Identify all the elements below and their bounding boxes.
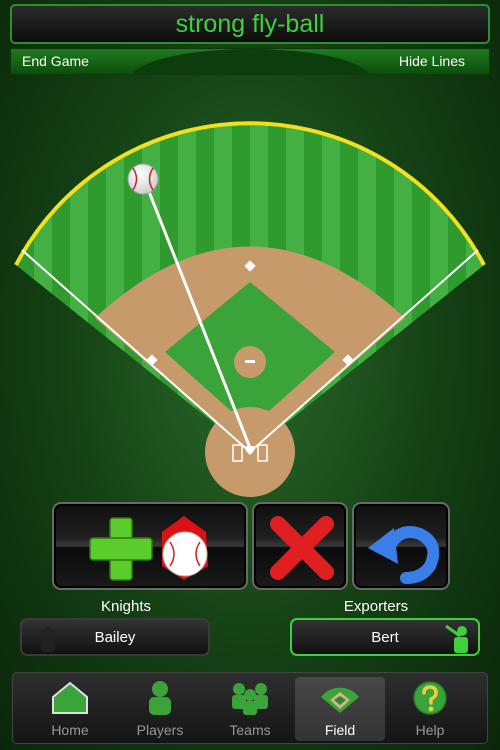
game-toolbar: End Game Hide Lines [10,48,490,75]
delete-button[interactable] [252,502,348,590]
bottom-tab-bar: Home Players Teams Field Help [12,672,488,744]
tab-home[interactable]: Home [25,677,115,741]
toolbar-arch-decoration [131,49,371,74]
add-ball-icon [89,516,208,581]
play-status-banner: strong fly-ball [10,4,490,44]
pitchers-rubber [245,360,255,363]
play-status-text: strong fly-ball [175,9,325,38]
tab-label: Teams [229,722,271,738]
batter-silhouette-icon [445,624,468,653]
tab-players[interactable]: Players [115,677,205,741]
away-team-name: Knights [100,598,152,615]
tab-label: Home [51,722,89,738]
tab-field[interactable]: Field [295,677,385,741]
player-icon [149,681,171,715]
away-player-slot[interactable]: Bailey [20,618,210,656]
home-player-name: Bert [371,628,399,646]
home-team-name: Exporters [343,598,409,615]
home-player-slot[interactable]: Bert [290,618,480,656]
end-game-button[interactable]: End Game [22,53,89,69]
baseball-marker[interactable] [127,163,159,195]
field-icon [321,687,359,713]
help-icon [413,681,447,715]
tab-help[interactable]: Help [385,677,475,741]
undo-arrow-icon [368,526,440,584]
tab-label: Field [324,722,356,738]
hide-lines-button[interactable]: Hide Lines [399,53,465,69]
batter-silhouette-icon [41,627,55,652]
tab-teams[interactable]: Teams [205,677,295,741]
teams-icon [232,683,268,715]
delete-x-icon [270,516,334,580]
home-icon [52,681,88,714]
tab-label: Players [136,722,184,738]
add-ball-button[interactable] [52,502,248,590]
undo-button[interactable] [352,502,450,590]
baseball-field[interactable] [0,80,500,500]
tab-label: Help [415,722,445,738]
away-player-name: Bailey [94,628,136,646]
